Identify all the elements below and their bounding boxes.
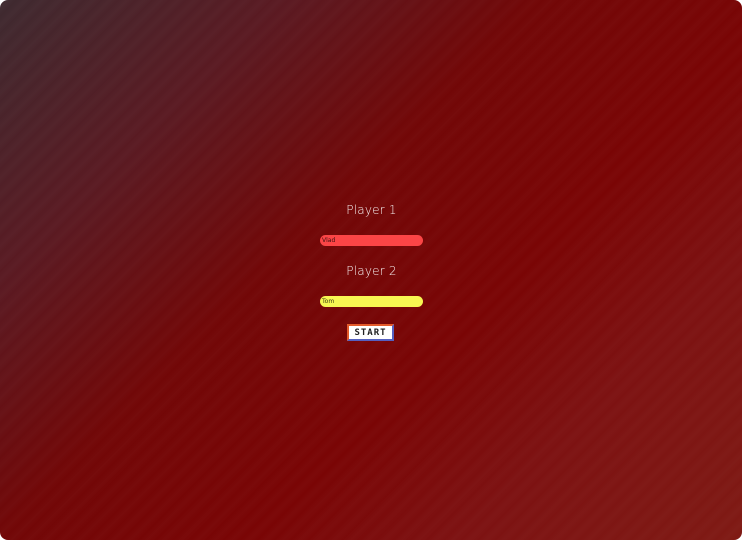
player1-label: Player 1 (346, 203, 397, 217)
player2-label: Player 2 (346, 264, 397, 278)
player2-name-input[interactable] (320, 296, 423, 307)
start-button[interactable]: START (347, 324, 394, 341)
player1-name-input[interactable] (320, 235, 423, 246)
game-window: Player 1 Player 2 START (0, 0, 742, 540)
